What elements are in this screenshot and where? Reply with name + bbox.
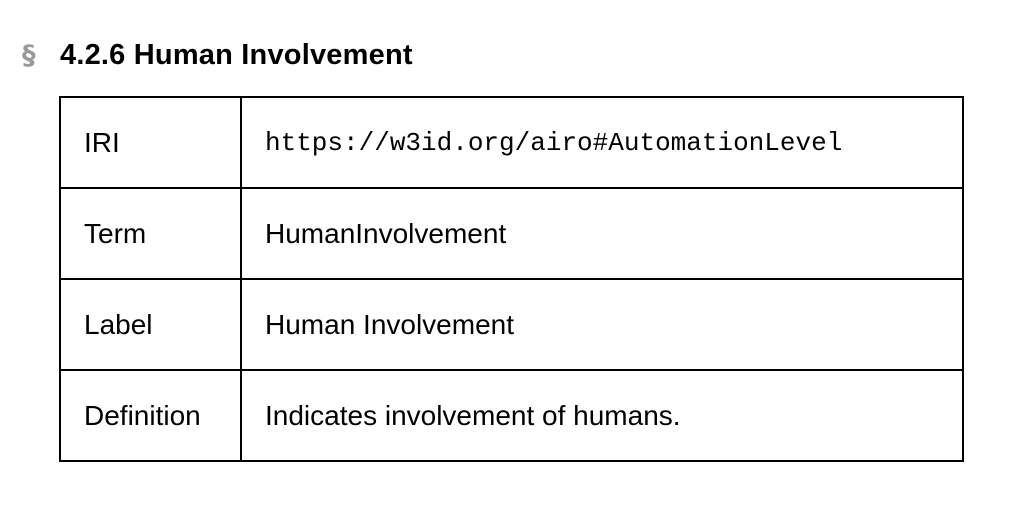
row-key-term: Term	[59, 187, 242, 280]
row-key-label: Label	[59, 278, 242, 371]
row-key-iri: IRI	[59, 96, 242, 189]
row-value-iri: https://w3id.org/airo#AutomationLevel	[240, 96, 964, 189]
section-title: 4.2.6 Human Involvement	[60, 38, 413, 71]
row-value-definition: Indicates involvement of humans.	[240, 369, 964, 462]
row-key-definition: Definition	[59, 369, 242, 462]
section-anchor-link[interactable]: §	[22, 40, 60, 71]
term-properties-table: IRI https://w3id.org/airo#AutomationLeve…	[59, 96, 964, 462]
row-value-term: HumanInvolvement	[240, 187, 964, 280]
table-row-iri: IRI https://w3id.org/airo#AutomationLeve…	[59, 96, 964, 189]
section-heading: § 4.2.6 Human Involvement	[22, 31, 413, 79]
table-row-term: Term HumanInvolvement	[59, 187, 964, 280]
row-value-label: Human Involvement	[240, 278, 964, 371]
table-row-definition: Definition Indicates involvement of huma…	[59, 369, 964, 462]
table-row-label: Label Human Involvement	[59, 278, 964, 371]
